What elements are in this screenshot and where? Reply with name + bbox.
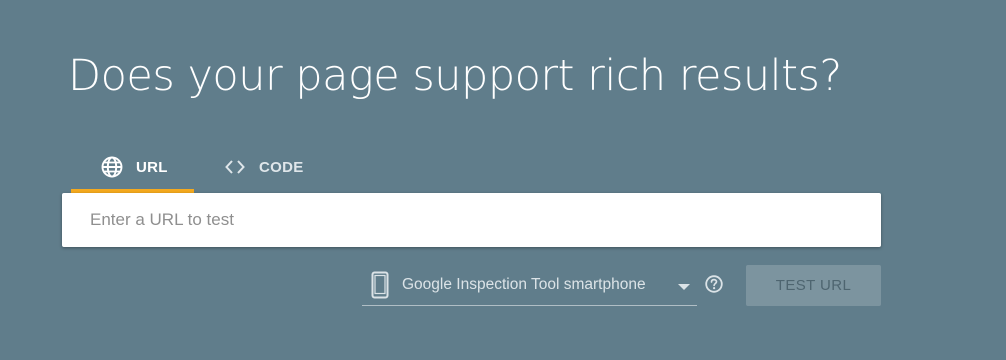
- smartphone-icon: [368, 270, 392, 300]
- help-circle-icon[interactable]: [705, 275, 723, 293]
- input-mode-tabs: URL CODE: [71, 145, 314, 193]
- url-input-container: [62, 193, 881, 247]
- device-select-value: Google Inspection Tool smartphone: [402, 276, 646, 293]
- chevron-down-icon: [678, 284, 690, 290]
- page-title: Does your page support rich results?: [68, 51, 842, 101]
- tab-url[interactable]: URL: [71, 145, 194, 193]
- url-input[interactable]: [62, 193, 881, 247]
- tab-code[interactable]: CODE: [194, 145, 314, 193]
- tab-code-label: CODE: [259, 158, 304, 176]
- code-brackets-icon: [223, 155, 247, 179]
- test-url-button[interactable]: TEST URL: [746, 265, 881, 306]
- tab-url-label: URL: [136, 158, 168, 176]
- device-select[interactable]: Google Inspection Tool smartphone: [362, 265, 697, 306]
- globe-icon: [100, 155, 124, 179]
